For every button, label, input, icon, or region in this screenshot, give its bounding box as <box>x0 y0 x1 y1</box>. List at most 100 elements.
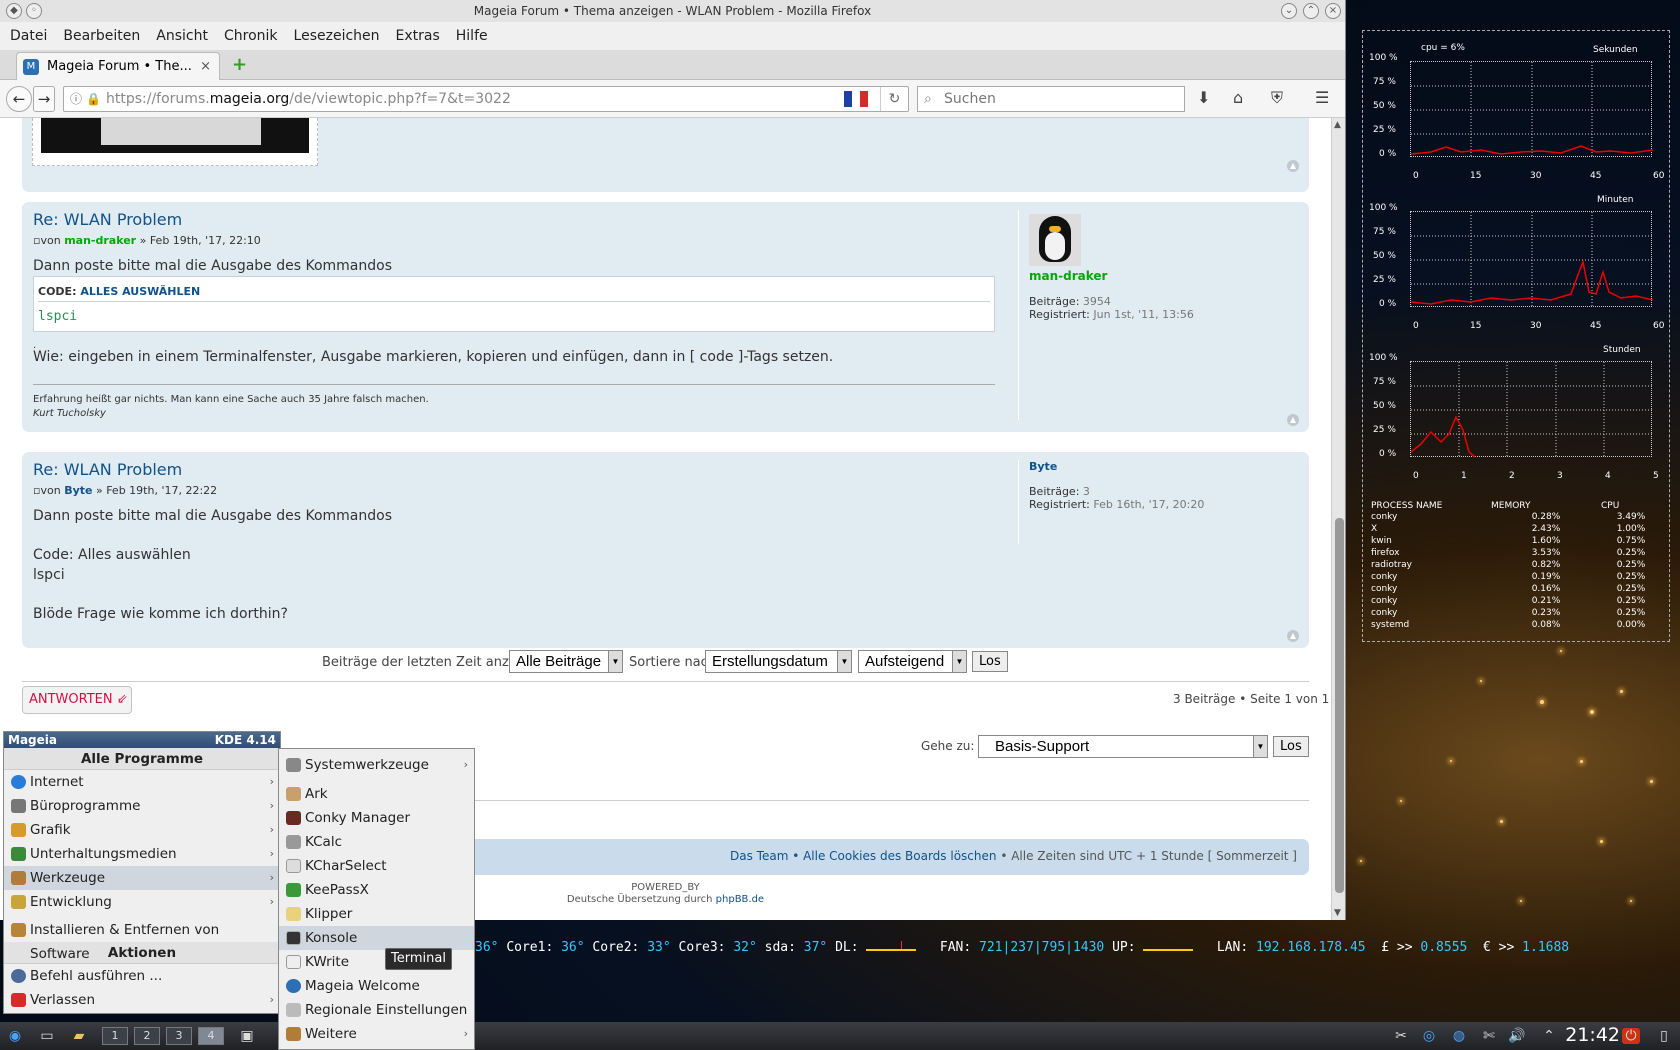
power-icon[interactable]: ⏻ <box>1622 1028 1640 1044</box>
menu-datei[interactable]: Datei <box>10 28 47 44</box>
submenu-item-system-tools[interactable]: Systemwerkzeuge › <box>279 753 474 777</box>
url-bar[interactable]: ⓘ 🔒 https://forums.mageia.org/de/viewtop… <box>63 86 909 112</box>
new-tab-icon[interactable]: + <box>232 56 247 74</box>
avatar[interactable] <box>1029 214 1081 266</box>
scroll-up-icon[interactable]: ▲ <box>1334 120 1341 130</box>
locale-icon <box>286 1003 301 1017</box>
hamburger-menu-icon[interactable]: ☰ <box>1315 88 1329 107</box>
minimize-button[interactable]: ⌄ <box>1281 3 1297 19</box>
submenu-item-more[interactable]: Weitere › <box>279 1022 474 1046</box>
back-to-top-icon[interactable]: ▲ <box>1287 414 1299 426</box>
terminal-icon[interactable]: ▣ <box>238 1028 256 1044</box>
menu-extras[interactable]: Extras <box>396 28 440 44</box>
post-author-link[interactable]: man-draker <box>64 234 136 247</box>
posts-label: Beiträge: <box>1029 295 1080 308</box>
download-icon[interactable]: ⬇ <box>1197 88 1210 107</box>
window-menu-button[interactable]: ◆ <box>6 3 22 19</box>
submenu-item-klipper[interactable]: Klipper <box>279 902 474 926</box>
cpu-readout: cpu = 6% <box>1421 43 1465 53</box>
desktop-1[interactable]: 1 <box>102 1027 128 1045</box>
search-input[interactable]: ⌕ Suchen <box>917 86 1185 112</box>
maximize-button[interactable]: ⌃ <box>1303 3 1319 19</box>
menu-chronik[interactable]: Chronik <box>224 28 278 44</box>
kde-launcher-icon[interactable]: ◉ <box>6 1028 24 1044</box>
process-cpu: 1.00% <box>1616 524 1646 534</box>
sort-select[interactable]: Erstellungsdatum ▼ <box>705 650 852 673</box>
submenu-item-konsole[interactable]: Konsole <box>279 926 474 950</box>
tools-tray-icon[interactable]: ✂ <box>1392 1028 1410 1044</box>
menu-hilfe[interactable]: Hilfe <box>456 28 488 44</box>
xtick: 0 <box>1413 171 1419 181</box>
menu-item-leave[interactable]: Verlassen › <box>4 988 280 1012</box>
menu-item-install-software[interactable]: Installieren & Entfernen von Software <box>4 918 280 962</box>
ublock-icon[interactable]: ⛨ <box>1271 88 1283 108</box>
back-icon[interactable]: ← <box>6 86 32 112</box>
process-memory: 0.08% <box>1531 620 1561 630</box>
scrollbar[interactable]: ▲ ▼ <box>1331 118 1345 920</box>
profile-name[interactable]: man-draker <box>1029 269 1194 283</box>
submenu-item-kcharselect[interactable]: KCharSelect <box>279 854 474 878</box>
window-pin-button[interactable]: ◦ <box>26 3 42 19</box>
menu-item-development[interactable]: Entwicklung › <box>4 890 280 914</box>
tab-mageia-forum[interactable]: M Mageia Forum • The... × <box>16 52 220 80</box>
window-titlebar[interactable]: ◆ ◦ Mageia Forum • Thema anzeigen - WLAN… <box>0 0 1345 22</box>
scissors-icon[interactable]: ✄ <box>1480 1028 1498 1044</box>
scrollbar-thumb[interactable] <box>1335 518 1344 893</box>
menu-item-tools[interactable]: Werkzeuge › <box>4 866 280 890</box>
menu-lesezeichen[interactable]: Lesezeichen <box>294 28 380 44</box>
development-icon <box>11 895 26 909</box>
menu-item-office[interactable]: Büroprogramme › <box>4 794 280 818</box>
desktop-4[interactable]: 4 <box>198 1027 224 1045</box>
menu-item-graphics[interactable]: Grafik › <box>4 818 280 842</box>
desktop-3[interactable]: 3 <box>166 1027 192 1045</box>
phpbb-link[interactable]: phpBB.de <box>716 894 764 905</box>
post-title[interactable]: Re: WLAN Problem <box>33 210 182 229</box>
search-icon: ⌕ <box>924 91 932 107</box>
post-title[interactable]: Re: WLAN Problem <box>33 460 182 479</box>
submenu-item-ark[interactable]: Ark <box>279 782 474 806</box>
info-icon[interactable]: ⓘ <box>70 87 82 111</box>
menu-ansicht[interactable]: Ansicht <box>156 28 208 44</box>
calculator-icon <box>286 835 301 849</box>
order-select[interactable]: Aufsteigend ▼ <box>858 650 967 673</box>
submenu-item-kcalc[interactable]: KCalc <box>279 830 474 854</box>
file-manager-icon[interactable]: ▰ <box>70 1028 88 1044</box>
volume-icon[interactable]: 🔊 <box>1508 1028 1526 1044</box>
close-button[interactable]: × <box>1325 3 1341 19</box>
wifi-icon[interactable]: ◎ <box>1420 1028 1438 1044</box>
submenu-item-regional-settings[interactable]: Regionale Einstellungen <box>279 998 474 1022</box>
clipboard-icon[interactable]: ▯ <box>1655 1028 1673 1044</box>
network-icon[interactable]: ◍ <box>1450 1028 1468 1044</box>
back-to-top-icon[interactable]: ▲ <box>1287 630 1299 642</box>
menu-bearbeiten[interactable]: Bearbeiten <box>63 28 140 44</box>
submenu-item-keepassx[interactable]: KeePassX <box>279 878 474 902</box>
tray-expand-icon[interactable]: ⌃ <box>1540 1028 1558 1044</box>
xtick: 30 <box>1530 321 1542 331</box>
sort-go-button[interactable]: Los <box>972 651 1008 672</box>
submenu-item-conky-manager[interactable]: Conky Manager <box>279 806 474 830</box>
profile-name[interactable]: Byte <box>1029 460 1204 473</box>
clock[interactable]: 21:42 <box>1565 1024 1620 1046</box>
menu-item-run-command[interactable]: Befehl ausführen ... <box>4 964 280 988</box>
menu-item-multimedia[interactable]: Unterhaltungsmedien › <box>4 842 280 866</box>
back-to-top-icon[interactable]: ▲ <box>1287 160 1299 172</box>
jump-select[interactable]: Basis-Support ▼ <box>978 735 1268 758</box>
show-posts-select[interactable]: Alle Beiträge ▼ <box>509 650 623 673</box>
scroll-down-icon[interactable]: ▼ <box>1334 908 1341 918</box>
menu-header: Mageia KDE 4.14 <box>4 732 280 748</box>
desktop-2[interactable]: 2 <box>134 1027 160 1045</box>
post-author-link[interactable]: Byte <box>64 484 92 497</box>
tab-close-icon[interactable]: × <box>200 59 211 74</box>
attached-image[interactable] <box>41 118 309 153</box>
jump-go-button[interactable]: Los <box>1273 736 1309 757</box>
forward-icon[interactable]: → <box>33 86 55 112</box>
reload-icon[interactable]: ↻ <box>880 87 908 111</box>
home-icon[interactable]: ⌂ <box>1233 88 1243 107</box>
footer-links[interactable]: Das Team • Alle Cookies des Boards lösch… <box>730 849 996 863</box>
show-desktop-icon[interactable]: ▭ <box>38 1028 56 1044</box>
post-text-line: lspci <box>33 567 65 583</box>
menu-item-internet[interactable]: Internet › <box>4 770 280 794</box>
reply-button[interactable]: ANTWORTEN ⇙ <box>22 686 132 714</box>
submenu-item-mageia-welcome[interactable]: Mageia Welcome <box>279 974 474 998</box>
select-all-link[interactable]: ALLES AUSWÄHLEN <box>80 285 200 298</box>
